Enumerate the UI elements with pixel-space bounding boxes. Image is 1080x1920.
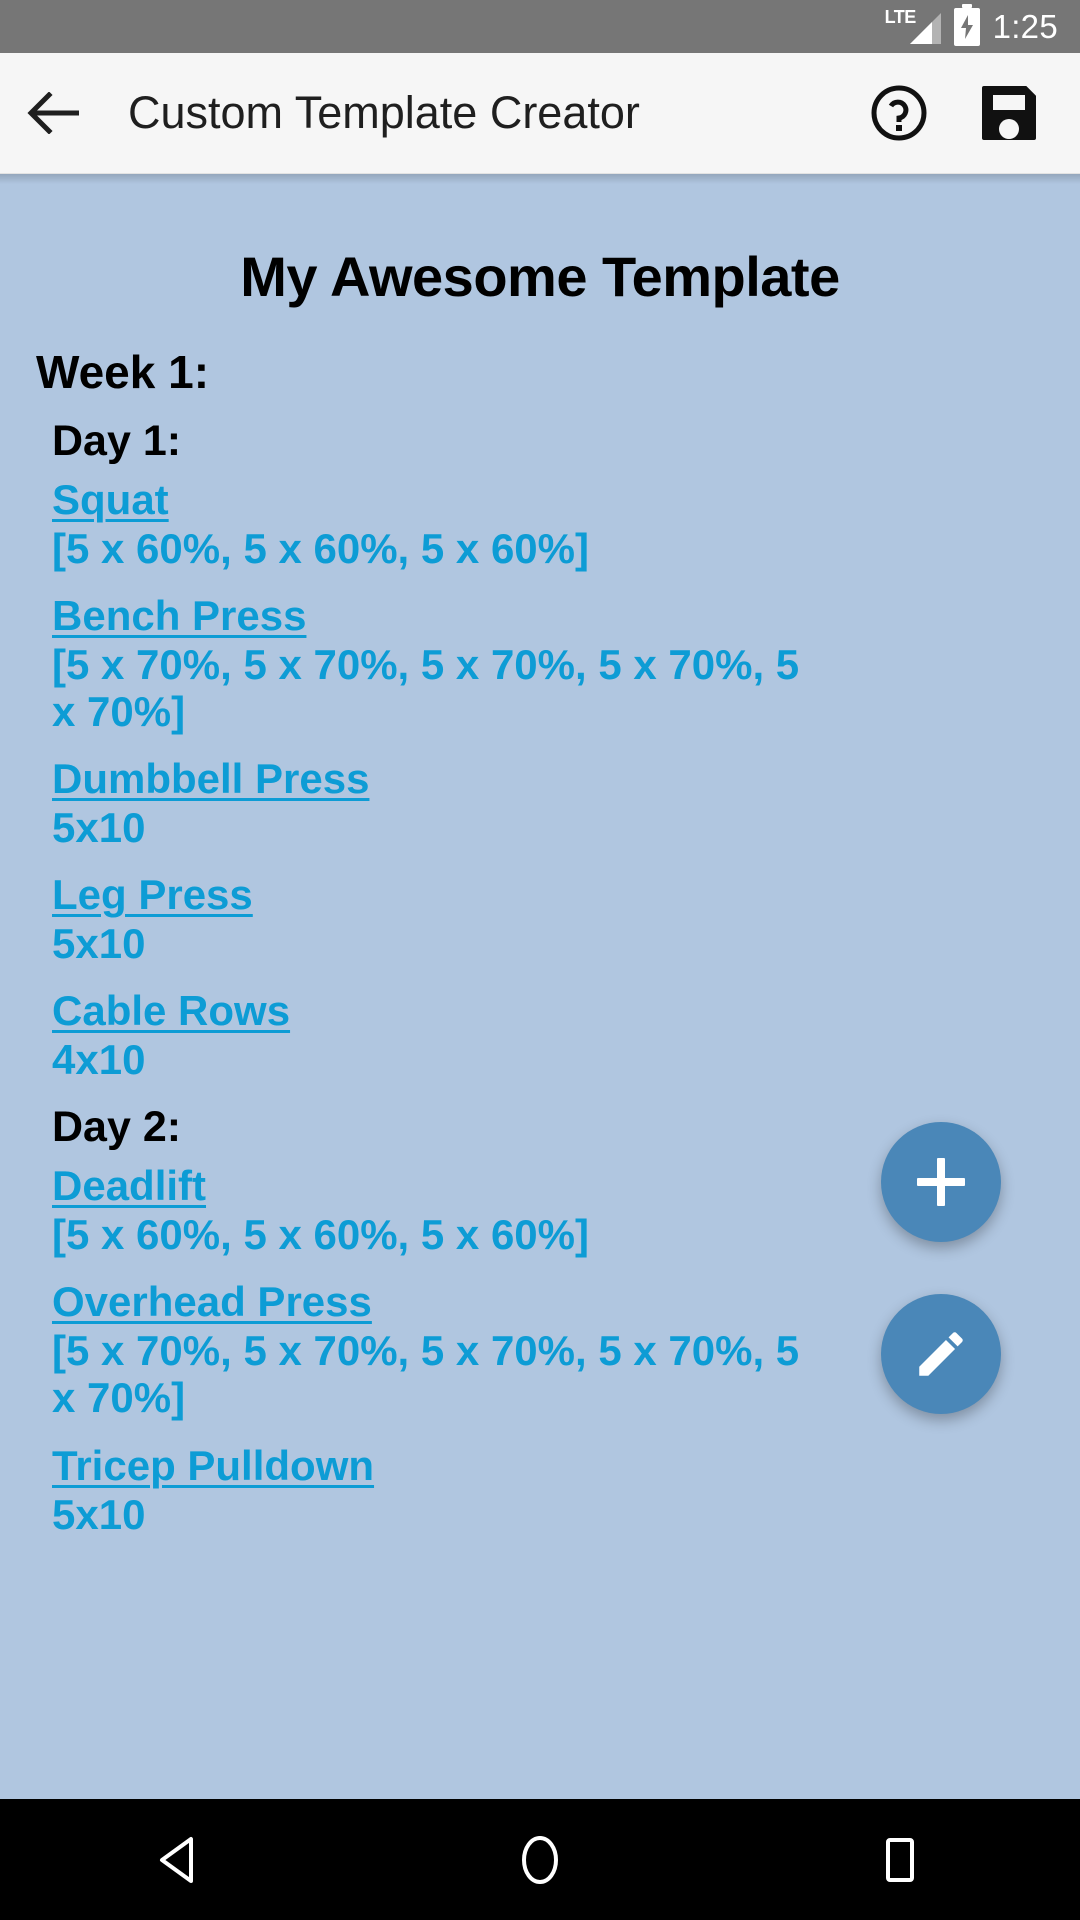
exercise-name-link[interactable]: Tricep Pulldown: [52, 1442, 374, 1489]
nav-back-button[interactable]: [105, 1799, 255, 1920]
exercise-item: Cable Rows 4x10: [0, 987, 1080, 1083]
pencil-icon: [919, 1332, 963, 1376]
save-button[interactable]: [954, 53, 1064, 174]
exercise-name-link[interactable]: Deadlift: [52, 1162, 206, 1209]
exercise-name-link[interactable]: Dumbbell Press: [52, 755, 369, 802]
nav-home-button[interactable]: [465, 1799, 615, 1920]
exercise-item: Squat [5 x 60%, 5 x 60%, 5 x 60%]: [0, 476, 1080, 572]
template-content-scroll[interactable]: My Awesome Template Week 1: Day 1: Squat…: [0, 174, 1080, 1799]
nav-recents-button[interactable]: [825, 1799, 975, 1920]
plus-icon-vertical: [937, 1158, 945, 1206]
exercise-sets: 5x10: [52, 804, 146, 852]
template-title: My Awesome Template: [240, 245, 840, 308]
edit-fab-button[interactable]: [881, 1294, 1001, 1414]
help-button[interactable]: [844, 53, 954, 174]
exercise-sets: 4x10: [52, 1036, 146, 1084]
exercise-sets: [5 x 60%, 5 x 60%, 5 x 60%]: [52, 525, 589, 573]
help-circle-icon: [871, 85, 927, 141]
phone-screen: LTE 1:25 Custom Template Creator My Awes…: [0, 0, 1080, 1920]
day-block: Day 1: Squat [5 x 60%, 5 x 60%, 5 x 60%]…: [0, 417, 1080, 1083]
exercise-name-link[interactable]: Overhead Press: [52, 1278, 372, 1325]
exercise-name-link[interactable]: Leg Press: [52, 871, 253, 918]
exercise-item: Leg Press 5x10: [0, 871, 1080, 967]
add-fab-button[interactable]: [881, 1122, 1001, 1242]
status-icons: LTE 1:25: [885, 3, 1058, 47]
save-floppy-icon: [982, 86, 1036, 140]
exercise-name-link[interactable]: Cable Rows: [52, 987, 290, 1034]
exercise-item: Bench Press [5 x 70%, 5 x 70%, 5 x 70%, …: [0, 592, 1080, 735]
battery-charging-icon: [953, 3, 980, 46]
page-title: Custom Template Creator: [128, 87, 640, 138]
exercise-sets: 5x10: [52, 1490, 146, 1538]
week-label: Week 1:: [36, 346, 210, 398]
app-bar-actions: [844, 53, 1080, 174]
floppy-spindle: [999, 119, 1019, 139]
floppy-label-slot: [993, 95, 1025, 110]
nav-home-circle-icon: [522, 1835, 558, 1884]
nav-recents-square-icon: [886, 1837, 914, 1882]
android-nav-bar: [0, 1799, 1080, 1920]
exercise-sets: 5x10: [52, 920, 146, 968]
status-clock: 1:25: [992, 8, 1058, 45]
exercise-item: Dumbbell Press 5x10: [0, 755, 1080, 851]
nav-back-triangle-icon: [160, 1836, 193, 1883]
exercise-name-link[interactable]: Squat: [52, 476, 169, 523]
exercise-sets: [5 x 70%, 5 x 70%, 5 x 70%, 5 x 70%, 5 x…: [52, 641, 800, 736]
signal-bars-icon: LTE: [885, 7, 941, 47]
app-bar: Custom Template Creator: [0, 53, 1080, 174]
signal-triangle-filled: [909, 21, 932, 44]
day-label: Day 1:: [52, 417, 182, 465]
charging-bolt-icon: [960, 14, 973, 39]
exercise-item: Tricep Pulldown 5x10: [0, 1442, 1080, 1538]
back-button[interactable]: [0, 53, 110, 174]
status-bar: LTE 1:25: [0, 0, 1080, 53]
back-arrow-icon: [27, 92, 79, 134]
exercise-name-link[interactable]: Bench Press: [52, 592, 306, 639]
